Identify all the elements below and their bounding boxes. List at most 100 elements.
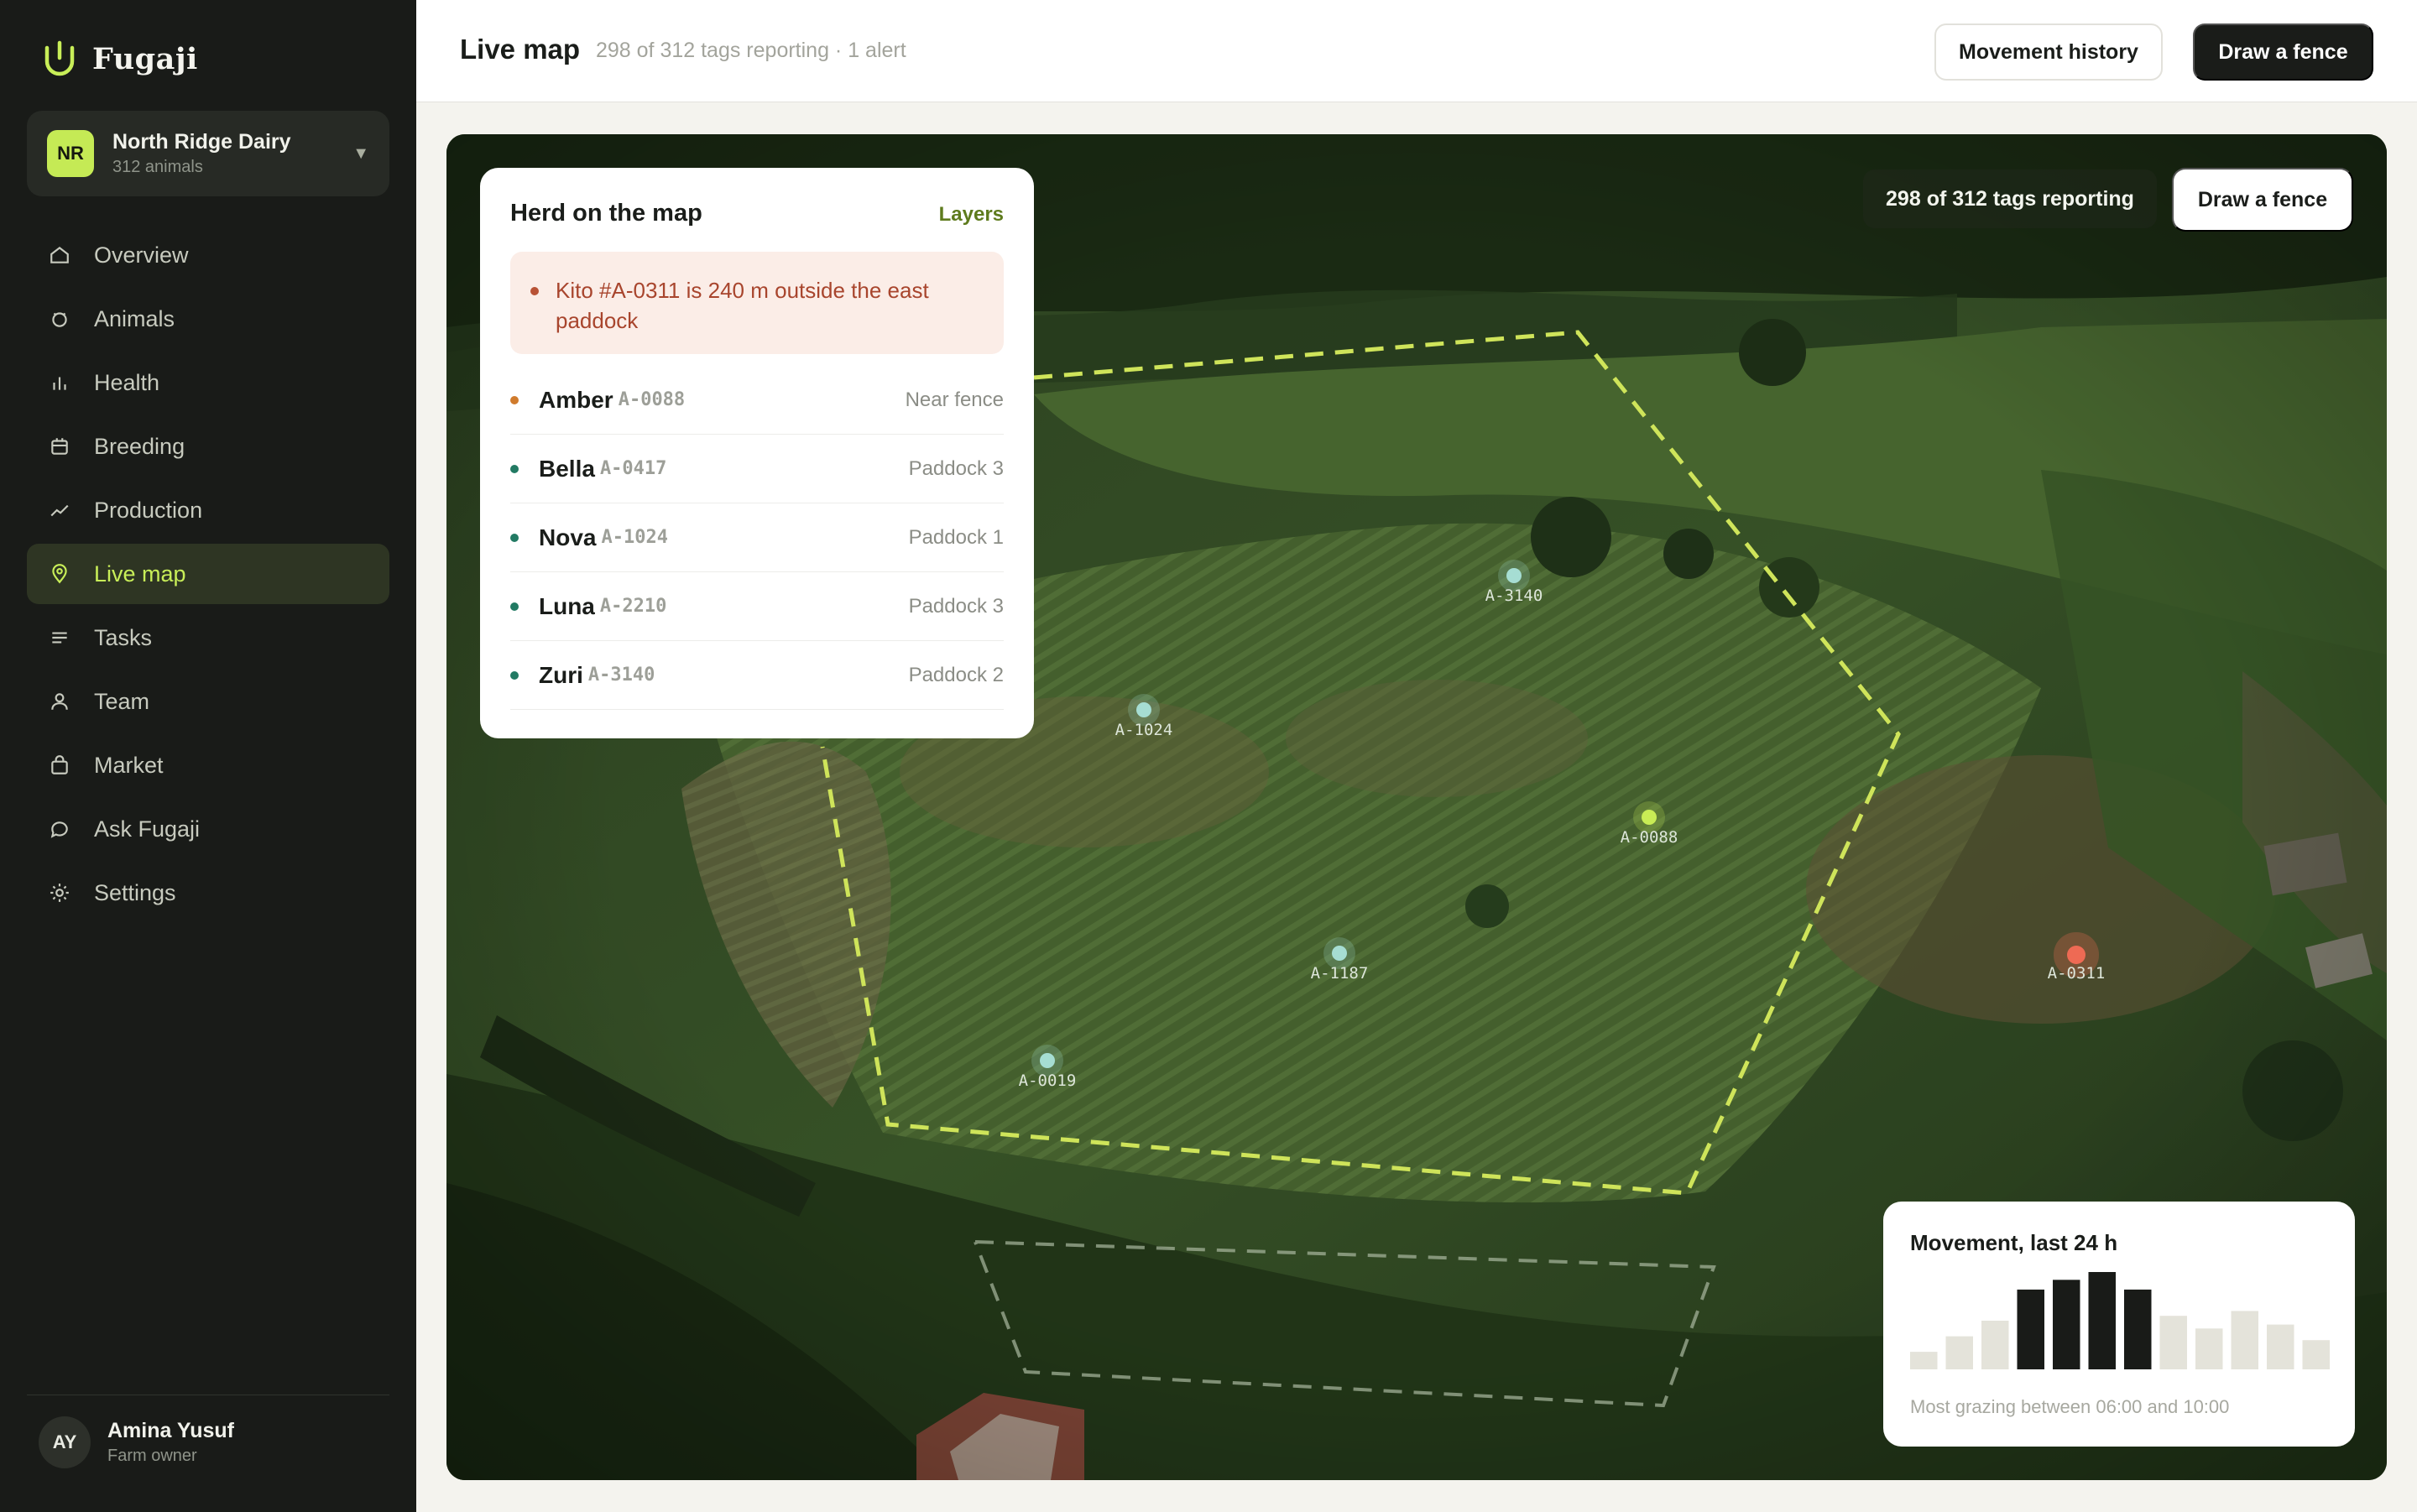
page-subtitle: 298 of 312 tags reporting · 1 alert — [596, 39, 906, 62]
farm-animal-count: 312 animals — [112, 158, 203, 176]
layers-button[interactable]: Layers — [939, 203, 1004, 227]
trend-icon — [50, 504, 69, 517]
fence-alert[interactable]: Kito #A-0311 is 240 m outside the east p… — [510, 252, 1004, 354]
animal-location: Paddock 2 — [908, 663, 1004, 686]
user-name: Amina Yusuf — [107, 1419, 234, 1442]
sidebar-item-market[interactable]: Market — [27, 735, 389, 795]
animal-name: Bella — [539, 455, 595, 482]
animal-name: Luna — [539, 592, 595, 619]
sidebar-item-overview[interactable]: Overview — [27, 225, 389, 285]
farm-avatar: NR — [47, 130, 94, 177]
status-dot — [510, 395, 519, 404]
animal-name: Zuri — [539, 661, 583, 688]
map-pin-icon — [52, 564, 67, 584]
movement-bar — [2231, 1311, 2258, 1369]
tag-pin[interactable]: A-1187 — [1311, 946, 1368, 983]
movement-bar — [2195, 1328, 2223, 1369]
herd-row[interactable]: Zuri A-3140 Paddock 2 — [510, 641, 1004, 710]
movement-bar — [1910, 1352, 1938, 1369]
tag-pin-label: A-1187 — [1310, 964, 1369, 983]
tag-pin[interactable]: A-0311 — [2048, 946, 2105, 983]
movement-bar — [2088, 1272, 2116, 1369]
herd-panel: Herd on the map Layers Kito #A-0311 is 2… — [480, 168, 1034, 738]
status-dot — [510, 533, 519, 542]
tag-pin-dot — [1506, 568, 1522, 583]
animal-location: Near fence — [905, 388, 1004, 411]
movement-bar — [2124, 1289, 2152, 1369]
sidebar-item-live-map[interactable]: Live map — [27, 544, 389, 604]
avatar: AY — [39, 1416, 91, 1468]
sidebar-item-health[interactable]: Health — [27, 352, 389, 413]
sidebar-item-ask-fugaji[interactable]: Ask Fugaji — [27, 799, 389, 859]
chevron-down-icon: ▼ — [352, 143, 369, 163]
sidebar-item-tasks[interactable]: Tasks — [27, 607, 389, 668]
animal-name: Amber — [539, 386, 613, 413]
tag-pin[interactable]: A-1024 — [1115, 702, 1172, 739]
sidebar-item-label: Settings — [94, 879, 176, 905]
brand-name: Fugaji — [92, 41, 198, 76]
movement-footnote: Most grazing between 06:00 and 10:00 — [1910, 1396, 2230, 1417]
tag-pin-label: A-3140 — [1485, 587, 1543, 605]
movement-bar — [2302, 1340, 2330, 1369]
sidebar-item-label: Market — [94, 752, 164, 778]
page-title: Live map — [460, 34, 581, 65]
sidebar-item-label: Live map — [94, 560, 186, 587]
live-map[interactable]: A-2210 A-3140 A-1024 A-0088 A-1187 A-0019 A-03… — [446, 134, 2387, 1480]
tag-pin[interactable]: A-3140 — [1485, 568, 1543, 605]
sidebar-item-settings[interactable]: Settings — [27, 863, 389, 923]
tag-pin-label: A-0088 — [1620, 828, 1678, 847]
movement-card: Movement, last 24 h Most grazing between… — [1883, 1202, 2355, 1447]
herd-row[interactable]: Luna A-2210 Paddock 3 — [510, 572, 1004, 641]
map-draw-fence-button[interactable]: Draw a fence — [2172, 168, 2353, 232]
animal-tag-id: A-1024 — [601, 527, 668, 548]
tag-pin[interactable]: A-0019 — [1019, 1053, 1076, 1090]
gear-icon — [50, 884, 69, 902]
sidebar-item-label: Ask Fugaji — [94, 816, 201, 842]
brand[interactable]: Fugaji — [44, 37, 198, 81]
farm-name: North Ridge Dairy — [112, 130, 291, 154]
animal-name: Nova — [539, 524, 597, 550]
sidebar-item-animals[interactable]: Animals — [27, 289, 389, 349]
herd-panel-title: Herd on the map — [510, 200, 702, 227]
tag-pin-dot — [1136, 702, 1151, 717]
tag-pin-dot — [1332, 946, 1347, 961]
herd-list: Amber A-0088 Near fence Bella A-0417 Paddock … — [510, 366, 1004, 710]
person-icon — [51, 693, 68, 710]
draw-fence-button[interactable]: Draw a fence — [2193, 23, 2373, 81]
movement-bar — [2267, 1324, 2294, 1369]
herd-row[interactable]: Nova A-1024 Paddock 1 — [510, 503, 1004, 572]
movement-bar — [2159, 1316, 2187, 1369]
animal-location: Paddock 3 — [908, 594, 1004, 618]
bag-icon — [51, 755, 68, 774]
farm-switcher[interactable]: NR North Ridge Dairy 312 animals ▼ — [27, 111, 389, 196]
sidebar-item-production[interactable]: Production — [27, 480, 389, 540]
sidebar-item-breeding[interactable]: Breeding — [27, 416, 389, 477]
animal-tag-id: A-0088 — [618, 389, 686, 410]
movement-bar — [1945, 1336, 1973, 1369]
sidebar-item-label: Animals — [94, 305, 175, 331]
sidebar-item-label: Team — [94, 688, 150, 714]
tag-status-badge: 298 of 312 tags reporting — [1863, 169, 2157, 228]
user-profile[interactable]: AY Amina Yusuf Farm owner — [39, 1416, 234, 1468]
fugaji-logo-icon — [44, 40, 75, 76]
sidebar-item-label: Overview — [94, 242, 189, 268]
list-icon — [52, 632, 67, 644]
herd-row[interactable]: Amber A-0088 Near fence — [510, 366, 1004, 435]
status-dot — [510, 602, 519, 611]
page-header: Live map 298 of 312 tags reporting · 1 a… — [416, 0, 2417, 102]
animal-icon — [52, 312, 67, 327]
tag-pin-dot — [2067, 946, 2086, 964]
tag-pin-dot — [1642, 810, 1657, 825]
bar-chart-icon — [53, 377, 66, 390]
movement-history-button[interactable]: Movement history — [1934, 23, 2163, 81]
animal-tag-id: A-0417 — [599, 458, 667, 479]
sidebar-item-team[interactable]: Team — [27, 671, 389, 732]
calendar-icon — [51, 438, 68, 455]
tag-pin-dot — [1040, 1053, 1055, 1068]
herd-row[interactable]: Bella A-0417 Paddock 3 — [510, 435, 1004, 503]
animal-tag-id: A-3140 — [587, 665, 655, 686]
animal-tag-id: A-2210 — [599, 596, 667, 617]
tag-pin[interactable]: A-0088 — [1621, 810, 1678, 847]
chat-icon — [50, 821, 68, 838]
farm-info: North Ridge Dairy 312 animals — [112, 130, 352, 177]
